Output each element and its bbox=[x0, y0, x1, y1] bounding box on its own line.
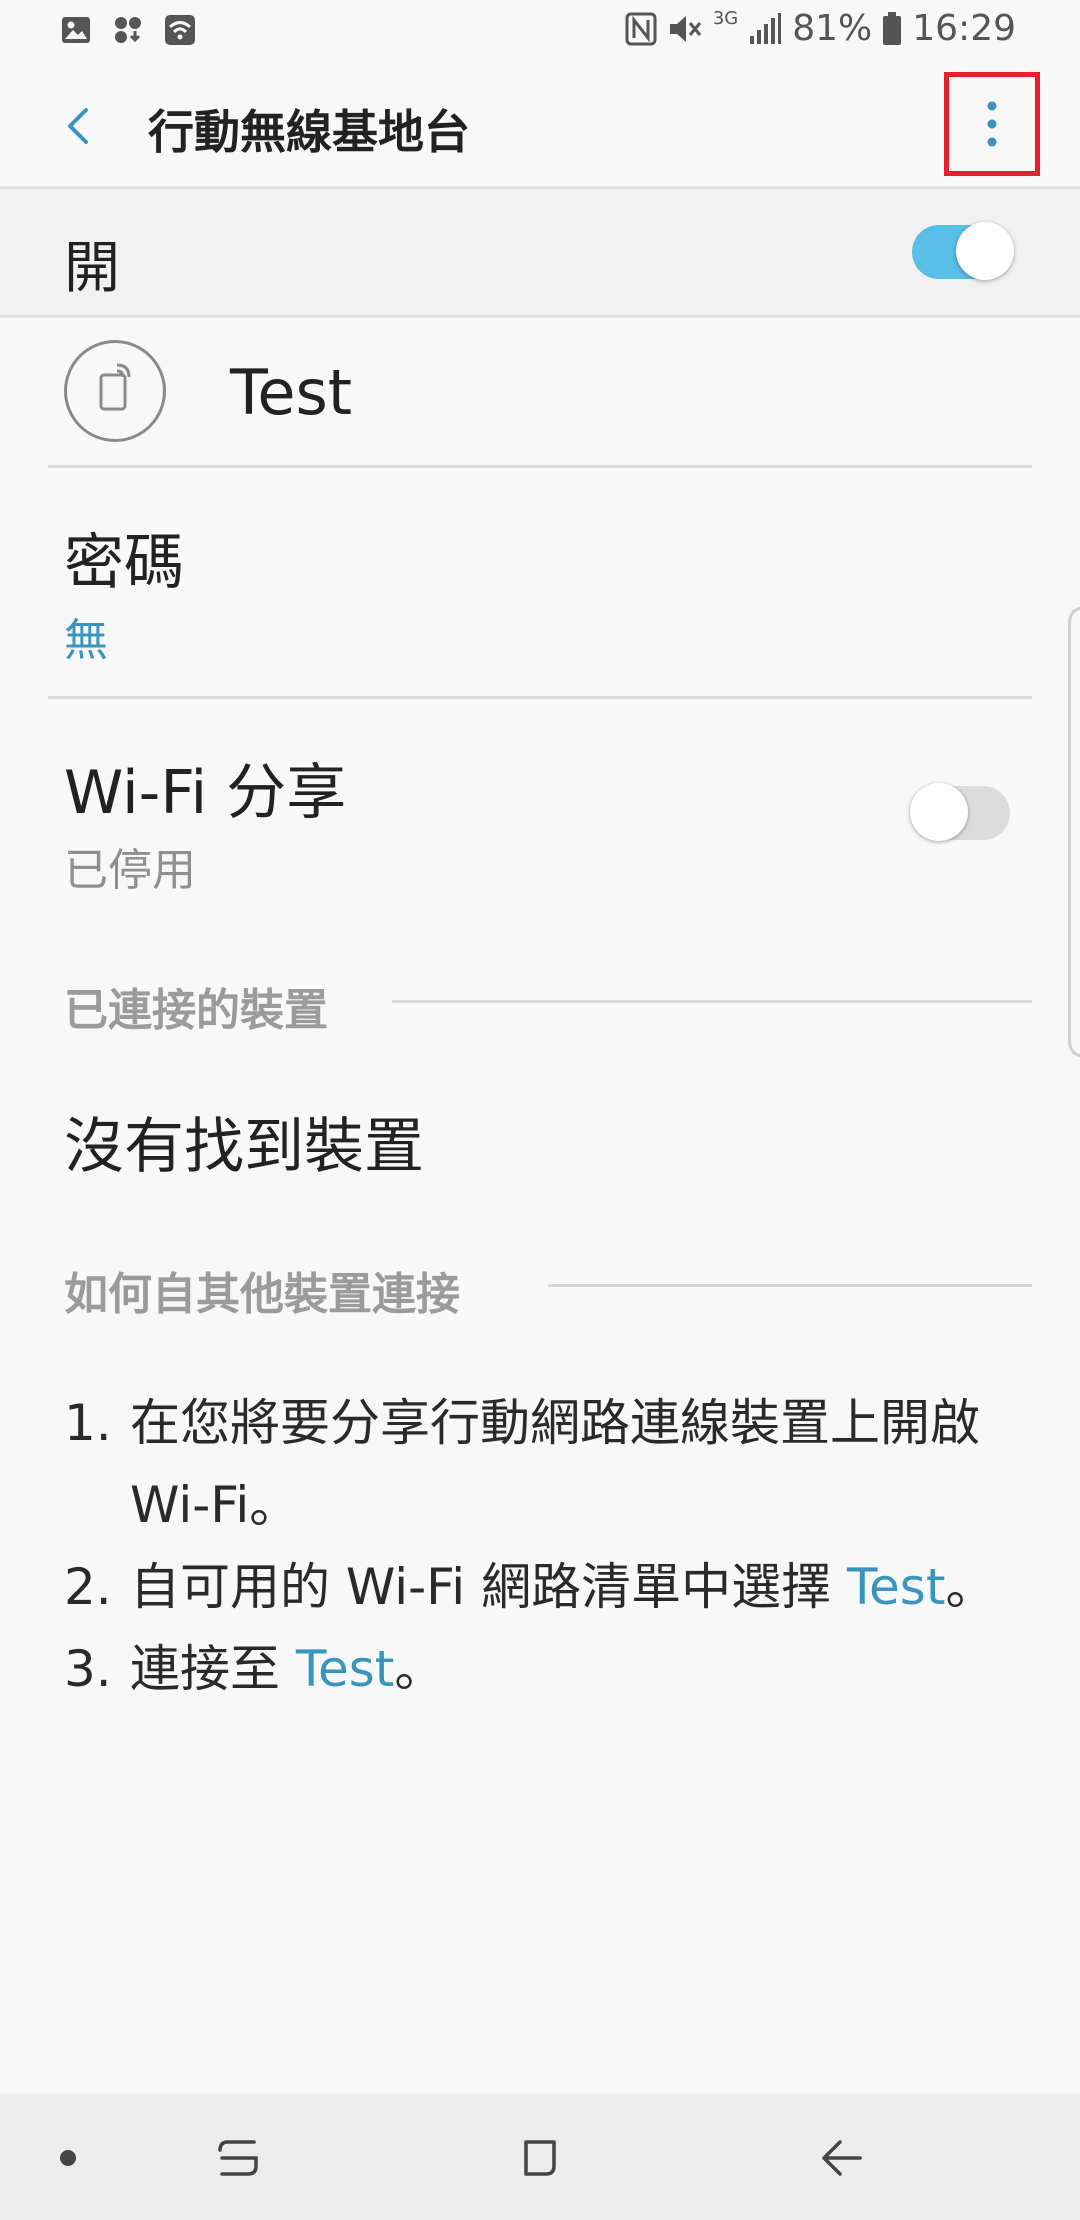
edge-panel-handle[interactable] bbox=[1068, 606, 1080, 1058]
wifi-sharing-toggle[interactable] bbox=[910, 783, 1010, 841]
password-title: 密碼 bbox=[64, 528, 184, 598]
download-icon bbox=[115, 17, 141, 43]
step-text-after: 。 bbox=[394, 1640, 445, 1698]
clock: 16:29 bbox=[912, 8, 1016, 49]
step-text: 自可用的 Wi-Fi 網路清單中選擇 Test。 bbox=[130, 1546, 1044, 1628]
chevron-left-icon bbox=[68, 108, 88, 144]
password-value: 無 bbox=[64, 615, 108, 666]
step-text-before: 連接至 bbox=[130, 1640, 296, 1698]
notification-icons bbox=[60, 14, 196, 46]
page-title: 行動無線基地台 bbox=[148, 105, 470, 159]
image-icon bbox=[62, 17, 90, 43]
section-divider bbox=[548, 1284, 1032, 1287]
navigation-bar bbox=[0, 2094, 1080, 2220]
how-to-connect-header: 如何自其他裝置連接 bbox=[64, 1269, 460, 1320]
mute-icon bbox=[669, 15, 701, 42]
back-arrow-icon bbox=[822, 2140, 862, 2176]
step-text-before: 自可用的 Wi-Fi 網路清單中選擇 bbox=[130, 1558, 832, 1616]
more-vertical-icon bbox=[987, 101, 997, 147]
status-bar: 3G 81% 16:29 bbox=[0, 0, 1080, 62]
master-switch-label: 開 bbox=[64, 236, 120, 301]
network-name-row[interactable]: Test bbox=[0, 318, 1080, 466]
master-toggle[interactable] bbox=[912, 222, 1014, 280]
system-status: 3G 81% 16:29 bbox=[625, 8, 1016, 49]
dot-icon bbox=[60, 2150, 76, 2166]
network-type-label: 3G bbox=[712, 8, 739, 29]
wifi-sharing-title: Wi-Fi 分享 bbox=[64, 758, 347, 828]
nfc-icon bbox=[625, 12, 657, 45]
connected-devices-header: 已連接的裝置 bbox=[64, 985, 328, 1036]
network-name: Test bbox=[230, 356, 353, 429]
step-text: 連接至 Test。 bbox=[130, 1628, 1044, 1710]
signal-icon bbox=[750, 12, 782, 44]
toggle-knob bbox=[956, 222, 1014, 280]
divider bbox=[48, 696, 1032, 699]
step-text: 在您將要分享行動網路連線裝置上開啟 Wi-Fi。 bbox=[130, 1394, 980, 1534]
back-button[interactable] bbox=[48, 94, 112, 158]
instruction-step: 3. 連接至 Test。 bbox=[64, 1628, 1044, 1710]
instruction-step: 1. 在您將要分享行動網路連線裝置上開啟 Wi-Fi。 bbox=[64, 1382, 1044, 1546]
network-name-link: Test bbox=[846, 1558, 946, 1616]
hotspot-icon-circle bbox=[64, 340, 166, 442]
home-button[interactable] bbox=[500, 2118, 580, 2198]
section-divider bbox=[392, 1000, 1032, 1003]
instruction-step: 2. 自可用的 Wi-Fi 網路清單中選擇 Test。 bbox=[64, 1546, 1044, 1628]
battery-percent: 81% bbox=[792, 8, 873, 49]
mobile-hotspot-icon bbox=[99, 363, 131, 411]
back-nav-button[interactable] bbox=[802, 2118, 882, 2198]
nav-dot-button[interactable] bbox=[28, 2118, 108, 2198]
network-name-link: Test bbox=[295, 1640, 395, 1698]
no-devices-text: 沒有找到裝置 bbox=[64, 1112, 424, 1182]
master-switch-row[interactable]: 開 bbox=[0, 189, 1080, 318]
toggle-knob bbox=[910, 783, 968, 841]
recent-apps-button[interactable] bbox=[198, 2118, 278, 2198]
wifi-sharing-status: 已停用 bbox=[64, 845, 196, 896]
battery-icon bbox=[883, 11, 902, 45]
instruction-steps: 1. 在您將要分享行動網路連線裝置上開啟 Wi-Fi。 2. 自可用的 Wi-F… bbox=[64, 1382, 1044, 1710]
home-icon bbox=[524, 2140, 556, 2176]
more-options-button[interactable] bbox=[944, 72, 1040, 176]
wifi-icon bbox=[165, 15, 195, 45]
recent-apps-icon bbox=[218, 2140, 258, 2176]
step-number: 1. bbox=[64, 1394, 112, 1452]
step-text-after: 。 bbox=[945, 1558, 996, 1616]
step-number: 3. bbox=[64, 1640, 112, 1698]
app-bar: 行動無線基地台 bbox=[0, 62, 1080, 189]
step-number: 2. bbox=[64, 1558, 112, 1616]
